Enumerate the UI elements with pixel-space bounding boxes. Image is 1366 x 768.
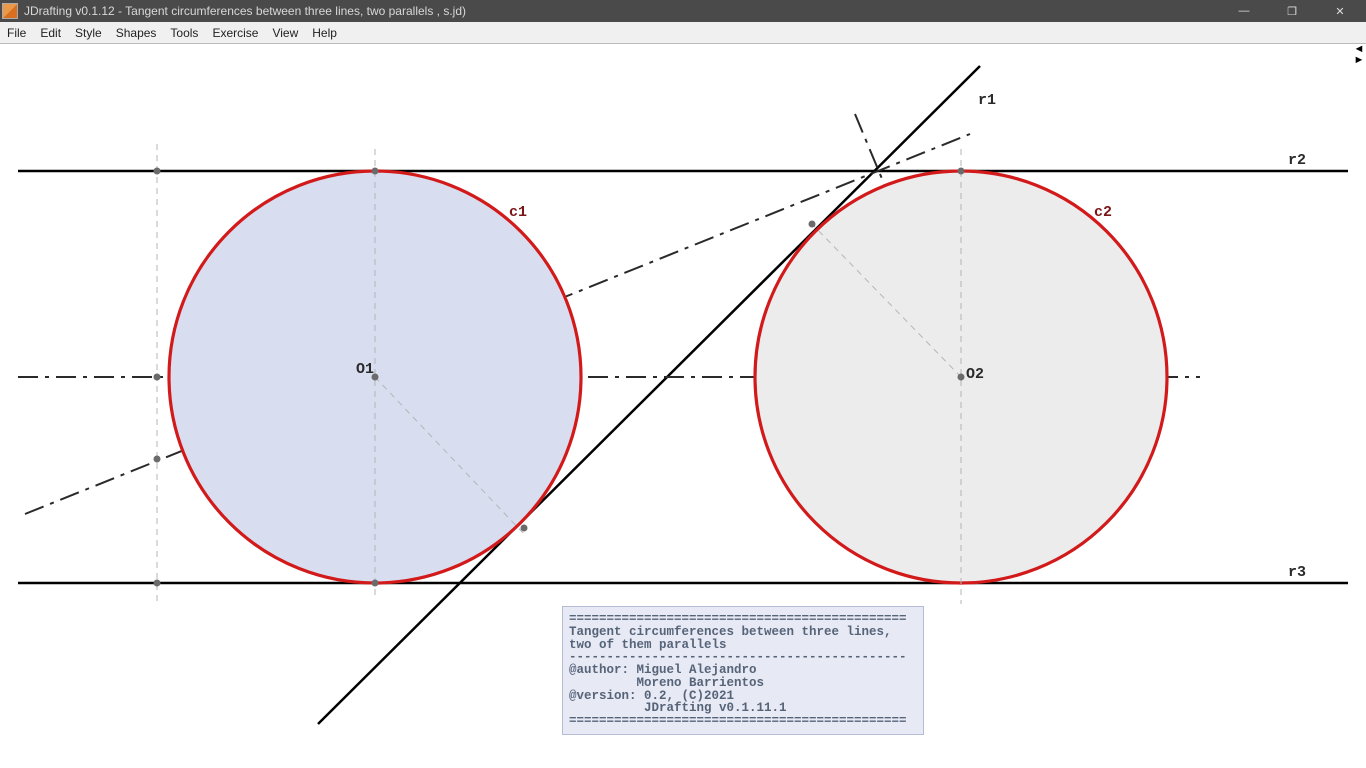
point-6 — [154, 374, 161, 381]
label-o2: O2 — [966, 366, 984, 383]
menu-shapes[interactable]: Shapes — [109, 23, 164, 43]
menu-style[interactable]: Style — [68, 23, 109, 43]
label-r3: r3 — [1288, 564, 1306, 581]
window-titlebar: JDrafting v0.1.12 - Tangent circumferenc… — [0, 0, 1366, 22]
point-1 — [154, 168, 161, 175]
window-title: JDrafting v0.1.12 - Tangent circumferenc… — [24, 4, 1230, 18]
menu-tools[interactable]: Tools — [163, 23, 205, 43]
point-5 — [372, 580, 379, 587]
panel-toggle[interactable]: ◄ ► — [1352, 44, 1366, 68]
menu-file[interactable]: File — [0, 23, 33, 43]
maximize-button[interactable]: ❐ — [1278, 5, 1306, 18]
menu-edit[interactable]: Edit — [33, 23, 68, 43]
chevron-right-icon: ► — [1352, 55, 1366, 66]
label-o1: O1 — [356, 361, 374, 378]
label-r2: r2 — [1288, 152, 1306, 169]
point-4 — [154, 580, 161, 587]
menu-exercise[interactable]: Exercise — [205, 23, 265, 43]
point-3 — [958, 168, 965, 175]
label-r1: r1 — [978, 92, 996, 109]
point-9 — [154, 456, 161, 463]
info-panel: ========================================… — [562, 606, 924, 735]
menubar: File Edit Style Shapes Tools Exercise Vi… — [0, 22, 1366, 44]
minimize-button[interactable]: — — [1230, 5, 1258, 18]
point-2 — [372, 168, 379, 175]
app-icon — [2, 3, 18, 19]
label-c1: c1 — [509, 204, 527, 221]
menu-help[interactable]: Help — [305, 23, 344, 43]
window-controls: — ❐ ✕ — [1230, 5, 1366, 18]
close-button[interactable]: ✕ — [1326, 5, 1354, 18]
label-c2: c2 — [1094, 204, 1112, 221]
point-o2 — [958, 374, 965, 381]
point-8 — [521, 525, 528, 532]
menu-view[interactable]: View — [265, 23, 305, 43]
drawing-canvas[interactable]: r1 r2 r3 c1 c2 O1 O2 ===================… — [0, 44, 1366, 768]
info-sep-2: ========================================… — [569, 714, 907, 728]
point-7 — [809, 221, 816, 228]
